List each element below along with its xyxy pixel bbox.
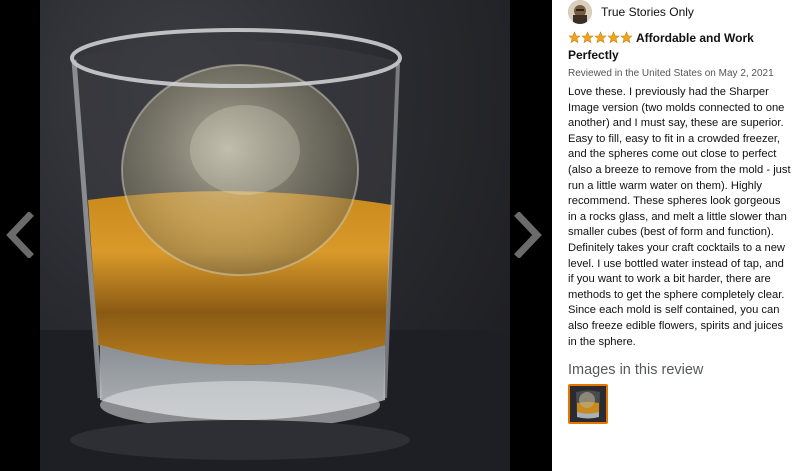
review-body: Love these. I previously had the Sharper… — [568, 86, 791, 348]
images-heading: Images in this review — [568, 362, 704, 379]
image-viewer — [0, 0, 552, 471]
previous-image-button[interactable] — [0, 210, 40, 260]
avatar — [568, 0, 592, 24]
star-rating — [568, 31, 633, 47]
next-image-button[interactable] — [508, 210, 548, 260]
reviewer-name[interactable]: True Stories Only — [601, 5, 694, 19]
review-title-row: Affordable and Work Perfectly — [568, 30, 800, 63]
review-image-thumbnail[interactable] — [568, 384, 608, 425]
star-icon — [620, 31, 633, 44]
chevron-right-icon — [514, 212, 542, 258]
review-photo — [40, 0, 510, 471]
star-icon — [594, 31, 607, 44]
review-date: Reviewed in the United States on May 2, … — [568, 68, 774, 79]
review-panel: True Stories Only Affordable and Work Pe… — [552, 0, 800, 471]
chevron-left-icon — [6, 212, 34, 258]
star-icon — [607, 31, 620, 44]
star-icon — [581, 31, 594, 44]
reviewer-profile[interactable]: True Stories Only — [568, 0, 800, 24]
star-icon — [568, 31, 581, 44]
